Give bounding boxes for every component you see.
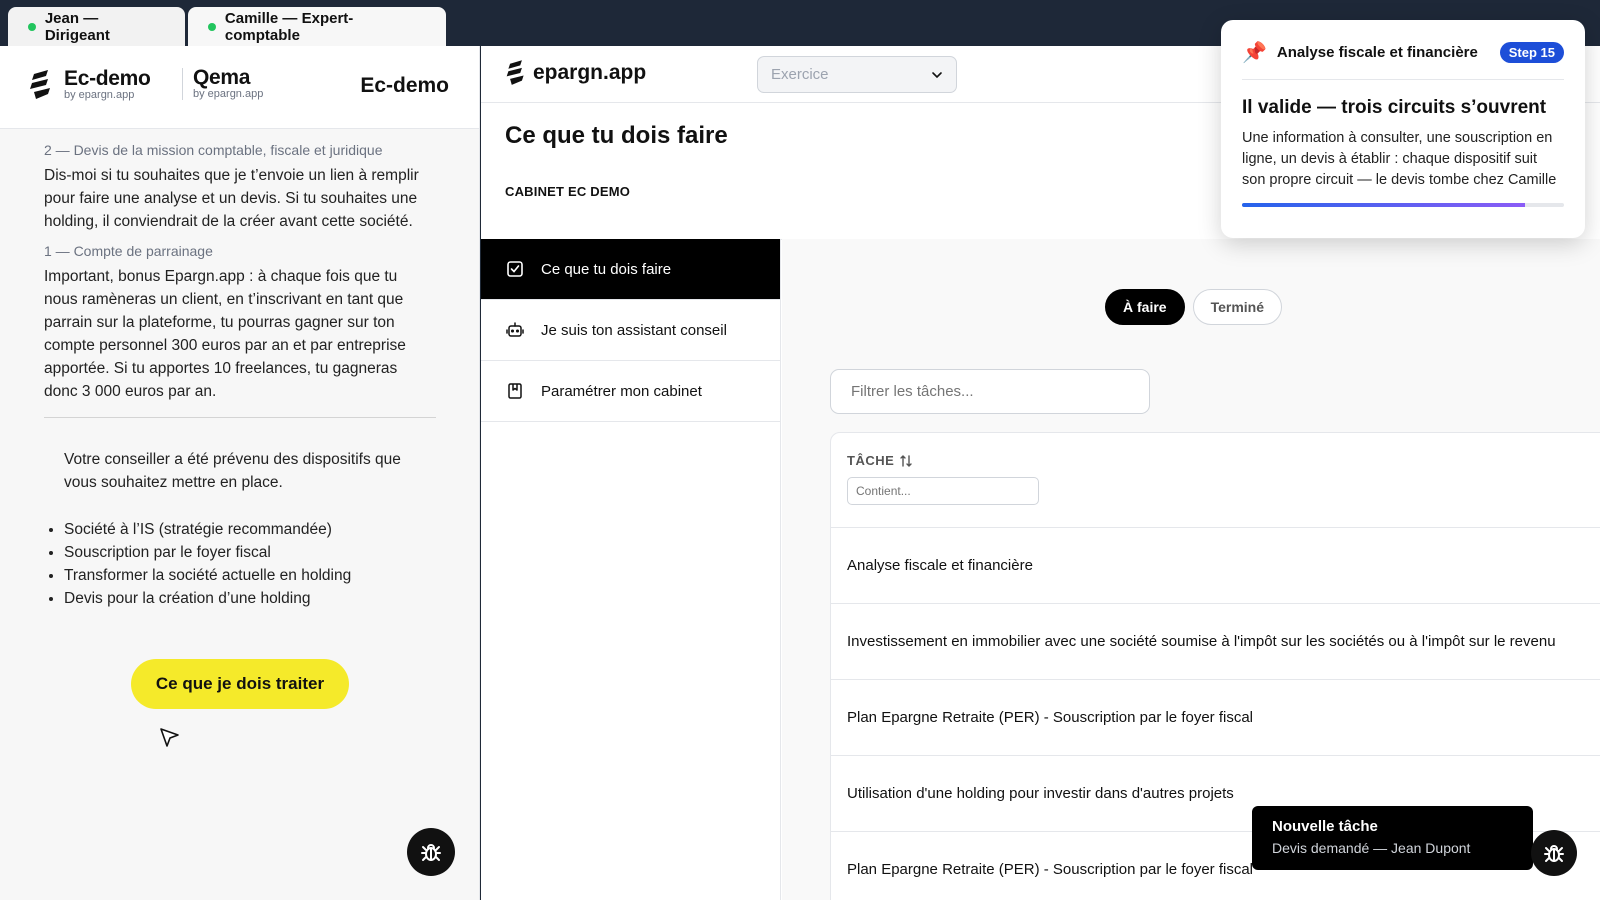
app-logo-text: epargn.app	[533, 61, 647, 84]
app-logo[interactable]: epargn.app	[505, 58, 646, 88]
tab-label: Camille — Expert-comptable	[224, 9, 354, 44]
bug-report-button[interactable]	[407, 828, 455, 876]
step-header: 📌 Analyse fiscale et financière Step 15	[1242, 40, 1564, 80]
divider	[44, 417, 436, 418]
bug-icon	[1544, 845, 1564, 862]
bug-icon	[421, 844, 441, 861]
notification-toast[interactable]: Nouvelle tâche Devis demandé — Jean Dupo…	[1252, 806, 1533, 870]
bookmark-icon	[508, 383, 522, 399]
sort-task-header[interactable]: TÂCHE	[847, 453, 1600, 468]
sort-icon	[900, 454, 912, 467]
sidebar-item-label: Ce que tu dois faire	[541, 260, 672, 278]
task-list-area: À faire Terminé TÂCHE Analyse fiscale et…	[782, 239, 1600, 900]
brand-name: Qema	[193, 66, 251, 89]
status-toggle: À faire Terminé	[1105, 289, 1290, 325]
tab-done[interactable]: Terminé	[1192, 289, 1283, 325]
robot-icon	[506, 322, 524, 337]
brand-ec-demo: Ec-demo by epargn.app	[28, 68, 151, 102]
chat-messages: 2 — Devis de la mission comptable, fisca…	[0, 129, 479, 610]
table-row[interactable]: Investissement en immobilier avec une so…	[831, 604, 1600, 680]
chat-title: Ec-demo	[360, 74, 449, 97]
chat-panel: Ec-demo by epargn.app Qema by epargn.app…	[0, 46, 480, 900]
mouse-cursor-icon	[160, 728, 179, 747]
tab-jean-dirigeant[interactable]: Jean — Dirigeant	[8, 7, 185, 46]
table-row[interactable]: Plan Epargne Retraite (PER) - Souscripti…	[831, 680, 1600, 756]
advisor-notice: Votre conseiller a été prévenu des dispo…	[64, 451, 401, 491]
step-progress-fill	[1242, 203, 1526, 207]
step-badge: Step 15	[1499, 42, 1564, 63]
brand-name: Ec-demo	[64, 67, 151, 90]
table-row[interactable]: Analyse fiscale et financière	[831, 528, 1600, 604]
what-to-process-button[interactable]: Ce que je dois traiter	[131, 659, 349, 709]
task-filter-input[interactable]	[830, 369, 1150, 414]
message-section-title: 2 — Devis de la mission comptable, fisca…	[44, 142, 383, 158]
tab-label: Jean — Dirigeant	[44, 9, 110, 44]
online-status-icon	[28, 22, 36, 31]
bug-report-button[interactable]	[1531, 830, 1577, 876]
checkbox-icon	[507, 261, 523, 277]
selected-schemes-list: Société à l’IS (stratégie recommandée) S…	[44, 518, 435, 610]
step-text: Une information à consulter, une souscri…	[1242, 130, 1557, 188]
message-section-title: 1 — Compte de parrainage	[44, 243, 213, 259]
sidebar-item-settings[interactable]: Paramétrer mon cabinet	[481, 361, 780, 422]
toast-title: Nouvelle tâche	[1272, 818, 1378, 835]
toast-text: Devis demandé — Jean Dupont	[1272, 840, 1471, 856]
sidebar-item-assistant[interactable]: Je suis ton assistant conseil	[481, 300, 780, 361]
epargn-logo-icon	[30, 70, 50, 99]
sidebar-item-label: Je suis ton assistant conseil	[541, 321, 727, 339]
chevron-down-icon	[932, 71, 942, 78]
brand-sub: by epargn.app	[64, 89, 135, 101]
pin-icon: 📌	[1242, 42, 1267, 64]
brand-sub: by epargn.app	[193, 88, 264, 100]
task-column-header: TÂCHE	[831, 433, 1600, 528]
message-text: Important, bonus Epargn.app : à chaque f…	[44, 268, 406, 400]
tab-todo[interactable]: À faire	[1105, 289, 1185, 325]
step-title: Il valide — trois circuits s’ouvrent	[1242, 97, 1547, 118]
tab-camille-expert-comptable[interactable]: Camille — Expert-comptable	[188, 7, 446, 46]
list-item: Société à l’IS (stratégie recommandée)	[64, 518, 435, 541]
step-label: Analyse fiscale et financière	[1276, 44, 1478, 61]
sidebar-item-todo[interactable]: Ce que tu dois faire	[481, 239, 780, 300]
sidebar: Ce que tu dois faire Je suis ton assista…	[481, 239, 781, 900]
list-item: Devis pour la création d’une holding	[64, 587, 435, 610]
column-title: TÂCHE	[847, 453, 895, 468]
tour-step-card: 📌 Analyse fiscale et financière Step 15 …	[1221, 20, 1585, 238]
list-item: Souscription par le foyer fiscal	[64, 541, 435, 564]
step-progress-bar	[1242, 203, 1564, 207]
brand-qema: Qema by epargn.app	[182, 66, 264, 100]
epargn-logo-icon	[506, 60, 524, 85]
exercice-select[interactable]: Exercice	[757, 56, 957, 93]
task-column-filter[interactable]	[847, 477, 1039, 505]
chat-header: Ec-demo by epargn.app Qema by epargn.app…	[0, 46, 479, 129]
exercice-placeholder: Exercice	[771, 66, 829, 83]
message-text: Dis-moi si tu souhaites que je t’envoie …	[44, 167, 419, 230]
online-status-icon	[208, 22, 216, 31]
list-item: Transformer la société actuelle en holdi…	[64, 564, 435, 587]
sidebar-item-label: Paramétrer mon cabinet	[541, 382, 702, 400]
